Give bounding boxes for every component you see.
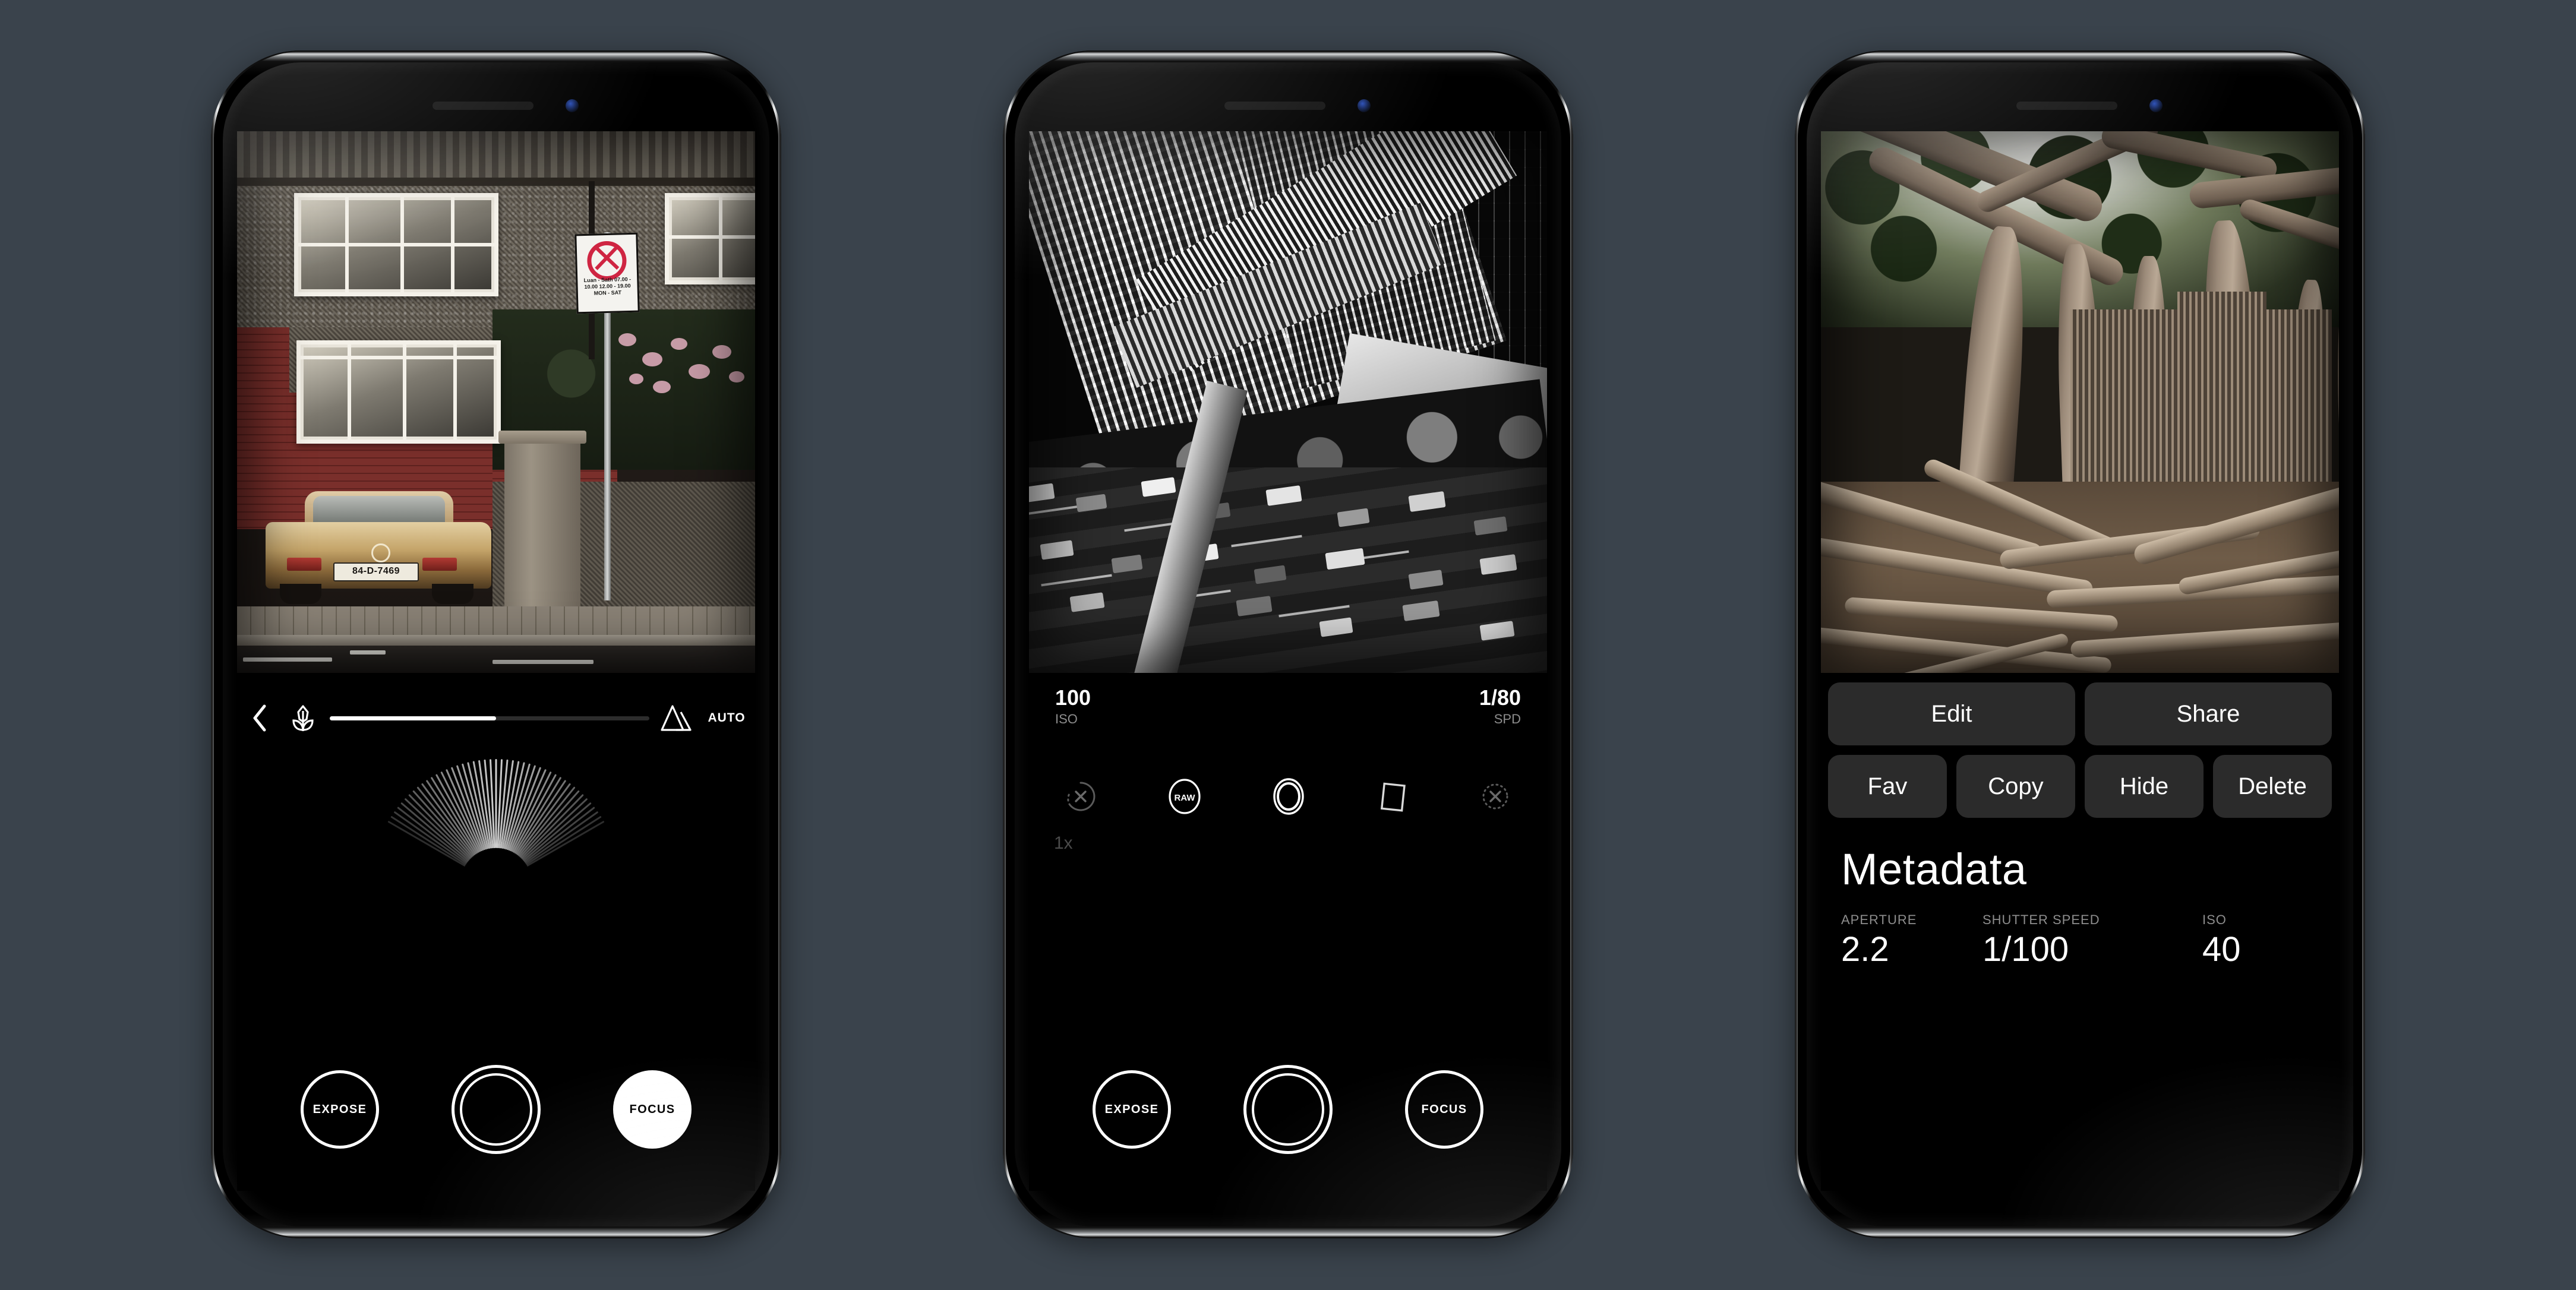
photo-red-brick-house-with-vintage-car[interactable]: Luan - Sath 07.00 - 10.00 12.00 - 19.00 … xyxy=(237,131,755,673)
focus-dial[interactable] xyxy=(237,744,755,867)
shutter-speed-readout[interactable]: 1/80 SPD xyxy=(1479,686,1521,739)
camera-focus-controls: AUTO EXPOSE FOCUS xyxy=(237,673,755,1191)
car-licence-plate: 84-D-7469 xyxy=(333,562,419,581)
zoom-level-label[interactable]: 1x xyxy=(1054,833,1073,853)
metadata-shutter-speed-label: SHUTTER SPEED xyxy=(1982,912,2100,927)
photo-aerial-black-and-white-city[interactable] xyxy=(1029,131,1547,673)
expose-button[interactable]: EXPOSE xyxy=(1093,1070,1171,1149)
edit-button[interactable]: Edit xyxy=(1828,682,2075,745)
secondary-action-row: Fav Copy Hide Delete xyxy=(1828,755,2332,818)
road-sign-text: Luan - Sath 07.00 - 10.00 12.00 - 19.00 … xyxy=(583,276,632,296)
primary-action-row: Edit Share xyxy=(1828,682,2332,745)
expose-button[interactable]: EXPOSE xyxy=(301,1070,379,1149)
metadata-iso-value: 40 xyxy=(2202,930,2241,969)
landscape-focus-button[interactable] xyxy=(654,704,698,732)
phone-library-detail: Edit Share Fav Copy Hide Delete Metadata… xyxy=(1795,50,2365,1238)
front-camera-icon xyxy=(2149,99,2163,112)
svg-text:RAW: RAW xyxy=(1174,793,1195,803)
delete-button[interactable]: Delete xyxy=(2213,755,2332,818)
auto-focus-toggle[interactable]: AUTO xyxy=(698,711,755,725)
screenshot-stage: Luan - Sath 07.00 - 10.00 12.00 - 19.00 … xyxy=(0,0,2576,1290)
metadata-title: Metadata xyxy=(1841,845,2027,894)
camera-mode-icon-row: RAW xyxy=(1029,761,1547,832)
metadata-aperture-value: 2.2 xyxy=(1841,930,1889,969)
iso-label: ISO xyxy=(1055,712,1078,726)
shutter-button[interactable] xyxy=(452,1065,541,1154)
mountain-icon xyxy=(661,705,692,731)
iso-readout[interactable]: 100 ISO xyxy=(1055,686,1091,739)
dial-tick xyxy=(495,759,497,848)
metadata-aperture: APERTURE 2.2 xyxy=(1841,912,1982,968)
phone-camera-focus: Luan - Sath 07.00 - 10.00 12.00 - 19.00 … xyxy=(211,50,781,1238)
no-waiting-road-sign: Luan - Sath 07.00 - 10.00 12.00 - 19.00 … xyxy=(574,232,640,314)
focus-distance-slider[interactable] xyxy=(330,716,649,720)
raw-icon[interactable]: RAW xyxy=(1165,777,1204,816)
screen-phone3: Edit Share Fav Copy Hide Delete Metadata… xyxy=(1821,131,2339,1191)
metadata-fields: APERTURE 2.2 SHUTTER SPEED 1/100 ISO 40 xyxy=(1841,912,2332,968)
screen-phone1: Luan - Sath 07.00 - 10.00 12.00 - 19.00 … xyxy=(237,131,755,1191)
metadata-iso: ISO 40 xyxy=(2202,912,2241,968)
macro-focus-button[interactable] xyxy=(281,703,325,733)
screen-phone2: 100 ISO 1/80 SPD RAW 1x EXPOSE FOCUS xyxy=(1029,131,1547,1191)
phone-camera-exposure: 100 ISO 1/80 SPD RAW 1x EXPOSE FOCUS xyxy=(1003,50,1573,1238)
iso-value: 100 xyxy=(1055,685,1091,710)
metadata-aperture-label: APERTURE xyxy=(1841,912,1917,927)
shutter-speed-value: 1/80 xyxy=(1479,685,1521,710)
focus-button[interactable]: FOCUS xyxy=(613,1070,692,1149)
vintage-car: 84-D-7469 xyxy=(266,488,491,606)
timer-off-icon[interactable] xyxy=(1062,778,1099,815)
copy-button[interactable]: Copy xyxy=(1956,755,2075,818)
shutter-speed-label: SPD xyxy=(1494,712,1521,726)
earpiece-speaker-icon xyxy=(2016,102,2117,110)
share-button[interactable]: Share xyxy=(2085,682,2332,745)
front-camera-icon xyxy=(1358,99,1371,112)
earpiece-speaker-icon xyxy=(1224,102,1325,110)
metadata-iso-label: ISO xyxy=(2202,912,2227,927)
focus-button[interactable]: FOCUS xyxy=(1405,1070,1483,1149)
focus-slider-fill xyxy=(330,716,496,720)
flash-off-icon[interactable] xyxy=(1477,778,1514,815)
chevron-left-icon xyxy=(253,704,266,732)
phone-bezel: Luan - Sath 07.00 - 10.00 12.00 - 19.00 … xyxy=(223,62,769,1226)
shutter-button[interactable] xyxy=(1243,1065,1333,1154)
fav-button[interactable]: Fav xyxy=(1828,755,1947,818)
metadata-shutter-speed: SHUTTER SPEED 1/100 xyxy=(1982,912,2202,968)
phone-bezel: 100 ISO 1/80 SPD RAW 1x EXPOSE FOCUS xyxy=(1015,62,1561,1226)
back-button[interactable] xyxy=(237,704,281,732)
photo-banyan-tree-roots[interactable] xyxy=(1821,131,2339,673)
frame-format-icon[interactable] xyxy=(1374,777,1412,815)
front-camera-icon xyxy=(566,99,579,112)
metadata-shutter-speed-value: 1/100 xyxy=(1982,930,2069,969)
flower-icon xyxy=(292,705,314,731)
phone-bezel: Edit Share Fav Copy Hide Delete Metadata… xyxy=(1807,62,2353,1226)
capture-button-row: EXPOSE FOCUS xyxy=(237,1059,755,1160)
camera-exposure-controls: 100 ISO 1/80 SPD RAW 1x EXPOSE FOCUS xyxy=(1029,673,1547,1191)
exposure-readout-bar: 100 ISO 1/80 SPD xyxy=(1029,686,1547,739)
focus-control-bar: AUTO xyxy=(237,699,755,737)
capture-button-row: EXPOSE FOCUS xyxy=(1029,1059,1547,1160)
photo-detail-actions: Edit Share Fav Copy Hide Delete Metadata… xyxy=(1821,673,2339,1191)
hide-button[interactable]: Hide xyxy=(2085,755,2204,818)
aperture-icon[interactable] xyxy=(1270,776,1308,817)
earpiece-speaker-icon xyxy=(433,102,533,110)
